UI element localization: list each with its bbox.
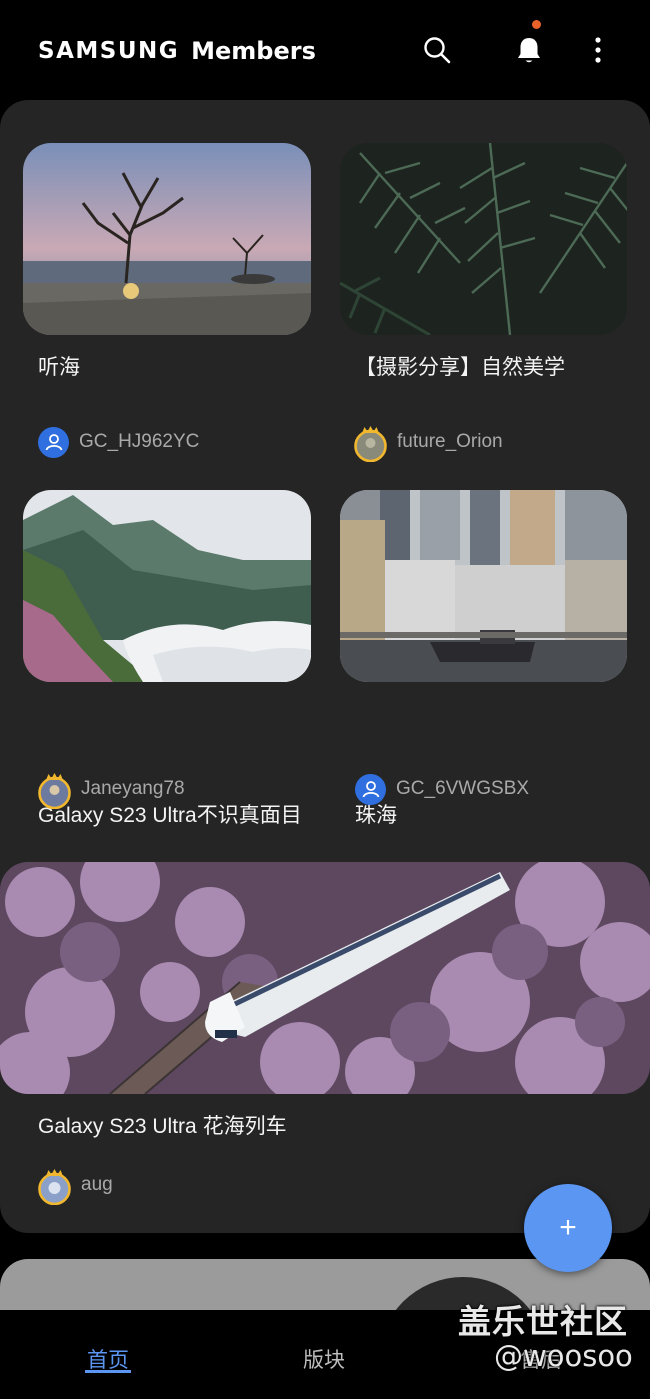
watermark: 盖乐世社区 @woosoo xyxy=(458,1295,650,1373)
post-thumbnail xyxy=(340,143,627,335)
author-name: GC_HJ962YC xyxy=(79,431,200,452)
watermark-title: 盖乐世社区 xyxy=(458,1302,628,1341)
post-thumbnail xyxy=(23,490,311,682)
author-name: future_Orion xyxy=(397,431,503,452)
app-logo: SAMSUNG Members xyxy=(38,34,316,68)
app-title: Members xyxy=(191,37,316,65)
post-card[interactable]: 【摄影分享】自然美学 future_Orion xyxy=(325,100,650,462)
post-title: 听海 xyxy=(38,356,80,379)
post-card[interactable]: Galaxy S23 Ultra不识真面目 Janeyang78 xyxy=(0,460,325,827)
avatar xyxy=(38,772,71,809)
search-icon xyxy=(424,37,451,64)
post-card[interactable]: 听海 GC_HJ962YC xyxy=(0,100,325,460)
plus-icon: + xyxy=(559,1211,577,1244)
more-vertical-icon xyxy=(595,37,601,63)
post-author[interactable]: GC_HJ962YC xyxy=(38,425,199,459)
brand-samsung: SAMSUNG xyxy=(38,38,180,64)
more-options-button[interactable] xyxy=(578,30,618,70)
post-thumbnail xyxy=(23,143,311,335)
post-title: 【摄影分享】自然美学 xyxy=(355,356,565,379)
avatar xyxy=(38,1168,71,1205)
post-author[interactable]: future_Orion xyxy=(354,425,503,462)
user-icon xyxy=(362,781,379,798)
post-thumbnail xyxy=(0,862,650,1094)
new-post-button[interactable]: + xyxy=(524,1184,612,1272)
crown-icon xyxy=(46,1168,63,1176)
author-name: Janeyang78 xyxy=(81,778,185,799)
post-author[interactable]: Janeyang78 xyxy=(38,772,185,809)
search-button[interactable] xyxy=(417,30,457,70)
crown-icon xyxy=(362,425,379,433)
post-author[interactable]: GC_6VWGSBX xyxy=(355,772,529,806)
watermark-handle: @woosoo xyxy=(494,1339,633,1373)
user-icon xyxy=(45,434,62,451)
author-name: aug xyxy=(81,1174,113,1195)
post-author[interactable]: aug xyxy=(38,1168,113,1205)
post-title: Galaxy S23 Ultra 花海列车 xyxy=(38,1115,287,1138)
app-bar: SAMSUNG Members xyxy=(0,0,650,100)
post-card[interactable]: Galaxy S23 Ultra 花海列车 aug xyxy=(0,862,650,1212)
post-card[interactable]: 珠海 GC_6VWGSBX xyxy=(325,460,650,827)
nav-boards-tab[interactable]: 版块 xyxy=(303,1344,345,1374)
nav-active-indicator xyxy=(85,1370,131,1373)
bell-icon xyxy=(518,38,540,63)
notifications-button[interactable] xyxy=(509,20,549,70)
notification-dot xyxy=(532,20,541,29)
post-thumbnail xyxy=(340,490,627,682)
feed-card: 听海 GC_HJ962YC 【摄影分享】自然美学 future_Orion Ga… xyxy=(0,100,650,1233)
avatar xyxy=(354,425,387,462)
avatar xyxy=(38,426,69,458)
author-name: GC_6VWGSBX xyxy=(396,778,530,799)
avatar xyxy=(355,773,386,805)
crown-icon xyxy=(46,772,63,780)
